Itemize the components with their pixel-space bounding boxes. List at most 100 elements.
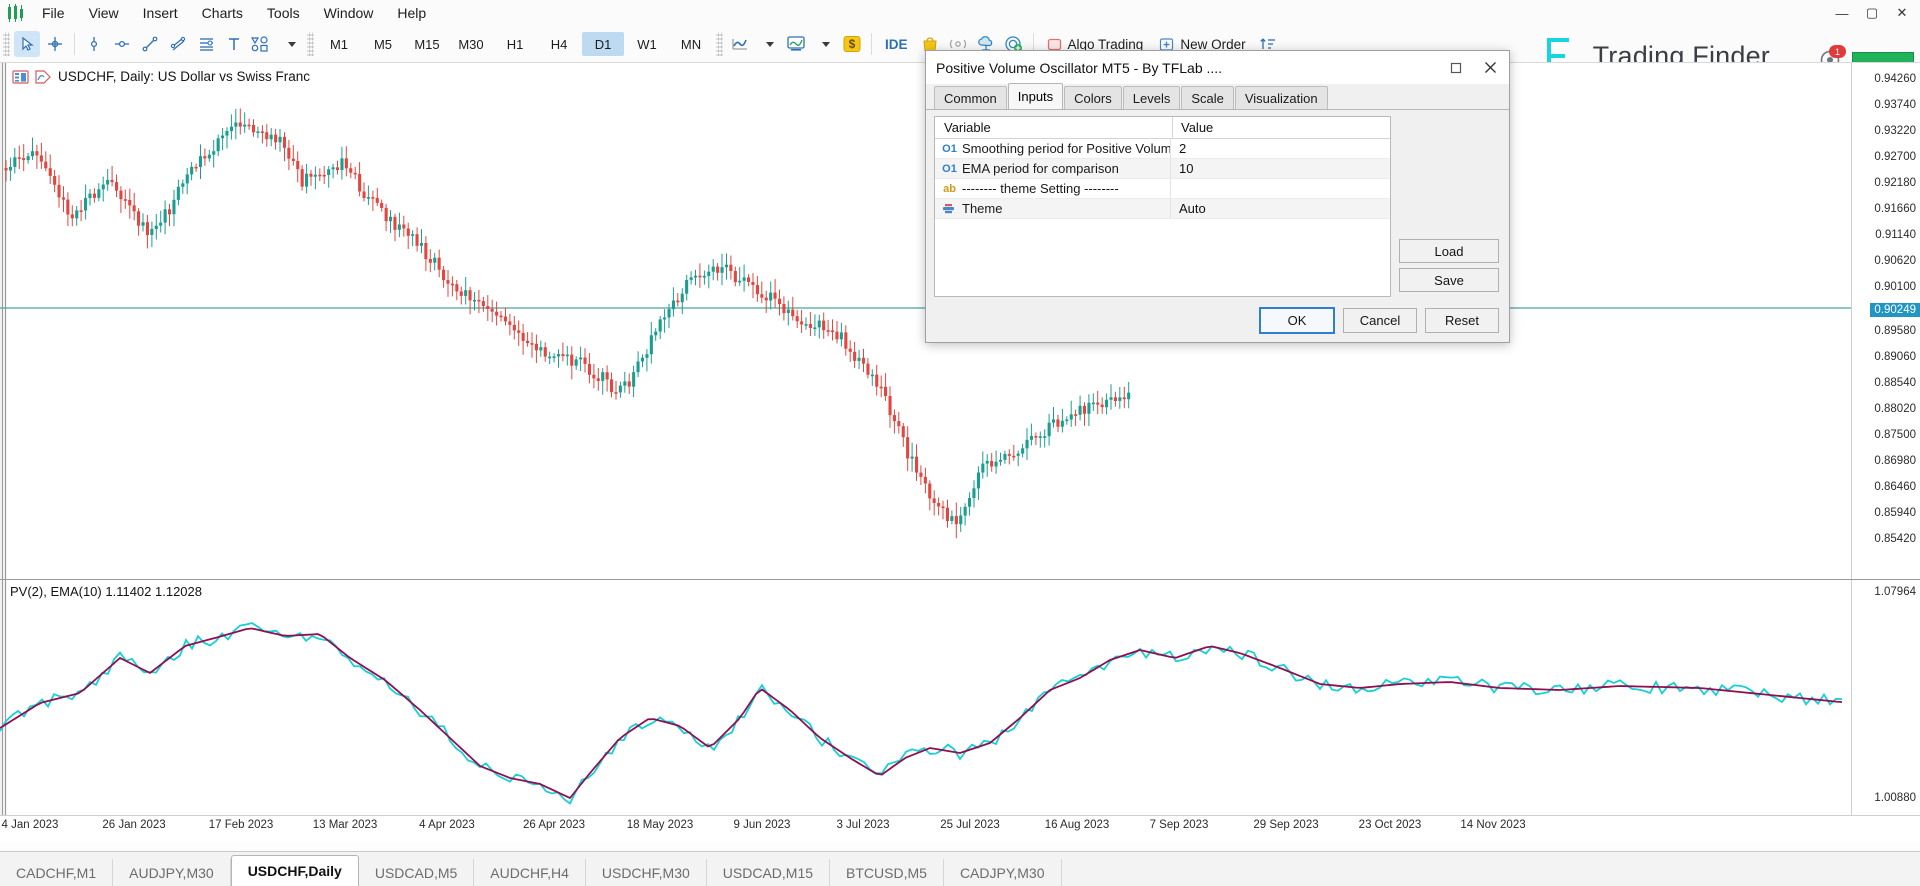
ok-button[interactable]: OK — [1259, 306, 1335, 334]
equidistant-channel-icon[interactable] — [165, 31, 191, 57]
inputs-grid-variable-cell: ab -------- theme Setting -------- — [935, 181, 1170, 196]
dialog-tab-scale[interactable]: Scale — [1181, 86, 1234, 109]
menu-tools[interactable]: Tools — [255, 2, 312, 24]
chart-tab-usdcad-m15[interactable]: USDCAD,M15 — [707, 859, 831, 886]
dialog-tab-visualization[interactable]: Visualization — [1234, 86, 1328, 109]
toolbar-grip-timeframes[interactable] — [307, 32, 314, 56]
fibonacci-retracement-icon[interactable] — [193, 31, 219, 57]
chart-symbol-label: USDCHF, Daily: US Dollar vs Swiss Franc — [12, 69, 310, 84]
chart-tab-usdcad-m5[interactable]: USDCAD,M5 — [359, 859, 475, 886]
menu-help[interactable]: Help — [385, 2, 438, 24]
save-button[interactable]: Save — [1399, 268, 1499, 292]
window-minimize-button[interactable]: — — [1828, 1, 1856, 25]
price-label: 0.89580 — [1874, 325, 1916, 337]
ide-button[interactable]: IDE — [877, 31, 916, 57]
cursor-arrow-icon[interactable] — [14, 31, 40, 57]
vertical-line-icon[interactable] — [81, 31, 107, 57]
time-label: 9 Jun 2023 — [733, 819, 791, 831]
inputs-grid-value-cell[interactable]: 2 — [1170, 139, 1390, 158]
inputs-grid-header: Variable Value — [935, 117, 1390, 139]
timeframe-m30[interactable]: M30 — [450, 32, 492, 56]
dialog-footer: OK Cancel Reset — [926, 298, 1509, 342]
window-close-button[interactable]: ✕ — [1888, 1, 1916, 25]
chart-properties-icon[interactable] — [12, 69, 29, 84]
menu-window[interactable]: Window — [312, 2, 386, 24]
price-label: 0.94260 — [1874, 73, 1916, 85]
dialog-tab-inputs[interactable]: Inputs — [1007, 83, 1064, 109]
chart-type-dropdown-icon[interactable] — [755, 31, 781, 57]
inputs-grid-variable-cell: O1 EMA period for comparison — [935, 161, 1170, 176]
menu-charts[interactable]: Charts — [190, 2, 255, 24]
shapes-icon[interactable] — [249, 31, 275, 57]
chart-tab-audjpy-m30[interactable]: AUDJPY,M30 — [113, 859, 231, 886]
timeframe-d1[interactable]: D1 — [582, 32, 624, 56]
chart-tab-usdchf-daily[interactable]: USDCHF,Daily — [230, 855, 359, 886]
toolbar-separator — [74, 33, 75, 55]
load-button[interactable]: Load — [1399, 239, 1499, 263]
timeframe-m1[interactable]: M1 — [318, 32, 360, 56]
cancel-button[interactable]: Cancel — [1343, 307, 1417, 333]
variable-label: Smoothing period for Positive Volume — [962, 141, 1170, 156]
timeframe-h1[interactable]: H1 — [494, 32, 536, 56]
chart-tab-cadjpy-m30[interactable]: CADJPY,M30 — [944, 859, 1062, 886]
toolbar-grip-charttools[interactable] — [716, 32, 723, 56]
price-label: 0.93740 — [1874, 99, 1916, 111]
timeframe-m5[interactable]: M5 — [362, 32, 404, 56]
dialog-minimize-icon[interactable] — [1439, 52, 1473, 83]
inputs-grid[interactable]: Variable Value O1 Smoothing period for P… — [934, 116, 1391, 297]
chart-shift-icon[interactable] — [35, 69, 52, 84]
dialog-tab-common[interactable]: Common — [934, 86, 1007, 109]
inputs-grid-value-cell[interactable] — [1170, 179, 1390, 198]
menu-insert[interactable]: Insert — [131, 2, 190, 24]
dialog-title-bar[interactable]: Positive Volume Oscillator MT5 - By TFLa… — [926, 51, 1509, 85]
dialog-close-icon[interactable] — [1473, 52, 1507, 83]
price-axis[interactable]: 0.94260 0.93740 0.93220 0.92700 0.92180 … — [1851, 63, 1920, 579]
time-label: 26 Jan 2023 — [102, 819, 166, 831]
chart-tab-usdchf-m30[interactable]: USDCHF,M30 — [586, 859, 707, 886]
dollar-icon[interactable]: $ — [839, 31, 865, 57]
menu-file[interactable]: File — [30, 2, 77, 24]
toolbar-grip[interactable] — [3, 32, 10, 56]
table-row[interactable]: ab -------- theme Setting -------- — [935, 179, 1390, 199]
chart-tab-cadchf-m1[interactable]: CADCHF,M1 — [0, 859, 114, 886]
dialog-tab-colors[interactable]: Colors — [1064, 86, 1122, 109]
table-row[interactable]: O1 EMA period for comparison 10 — [935, 159, 1390, 179]
indicators-icon[interactable] — [783, 31, 809, 57]
string-input-icon: ab — [943, 182, 956, 195]
window-maximize-button[interactable]: ▢ — [1858, 1, 1886, 25]
menu-view[interactable]: View — [77, 2, 131, 24]
timeframe-h4[interactable]: H4 — [538, 32, 580, 56]
metatrader-logo-icon — [4, 2, 30, 24]
price-label: 0.90620 — [1874, 255, 1916, 267]
price-label: 0.86980 — [1874, 455, 1916, 467]
toolbar-separator-2 — [871, 33, 872, 55]
timeframe-m15[interactable]: M15 — [406, 32, 448, 56]
dialog-tab-levels[interactable]: Levels — [1122, 86, 1181, 109]
chart-tab-audchf-h4[interactable]: AUDCHF,H4 — [474, 859, 586, 886]
indicators-dropdown-icon[interactable] — [811, 31, 837, 57]
indicator-label: PV(2), EMA(10) 1.11402 1.12028 — [10, 584, 202, 599]
timeframe-mn[interactable]: MN — [670, 32, 712, 56]
crosshair-icon[interactable] — [42, 31, 68, 57]
indicator-subwindow[interactable]: PV(2), EMA(10) 1.11402 1.12028 1.07964 1… — [0, 580, 1920, 838]
table-row[interactable]: Theme Auto — [935, 199, 1390, 219]
table-row[interactable]: O1 Smoothing period for Positive Volume … — [935, 139, 1390, 159]
inputs-grid-value-cell[interactable]: Auto — [1170, 199, 1390, 218]
chart-type-icon[interactable] — [727, 31, 753, 57]
price-label: 0.85420 — [1874, 533, 1916, 545]
inputs-grid-value-cell[interactable]: 10 — [1170, 159, 1390, 178]
shapes-dropdown-icon[interactable] — [277, 31, 303, 57]
time-label: 23 Oct 2023 — [1358, 819, 1422, 831]
enum-input-icon — [942, 203, 957, 215]
chart-tab-btcusd-m5[interactable]: BTCUSD,M5 — [830, 859, 944, 886]
text-tool-icon[interactable] — [221, 31, 247, 57]
subwindow-price-axis[interactable]: 1.07964 1.00880 — [1851, 580, 1920, 838]
timeframe-w1[interactable]: W1 — [626, 32, 668, 56]
indicator-properties-dialog[interactable]: Positive Volume Oscillator MT5 - By TFLa… — [925, 50, 1510, 343]
price-label: 0.91660 — [1874, 203, 1916, 215]
reset-button[interactable]: Reset — [1425, 307, 1499, 333]
horizontal-line-icon[interactable] — [109, 31, 135, 57]
trendline-icon[interactable] — [137, 31, 163, 57]
oscillator-plot — [0, 622, 1843, 805]
time-label: 4 Jan 2023 — [1, 819, 59, 831]
